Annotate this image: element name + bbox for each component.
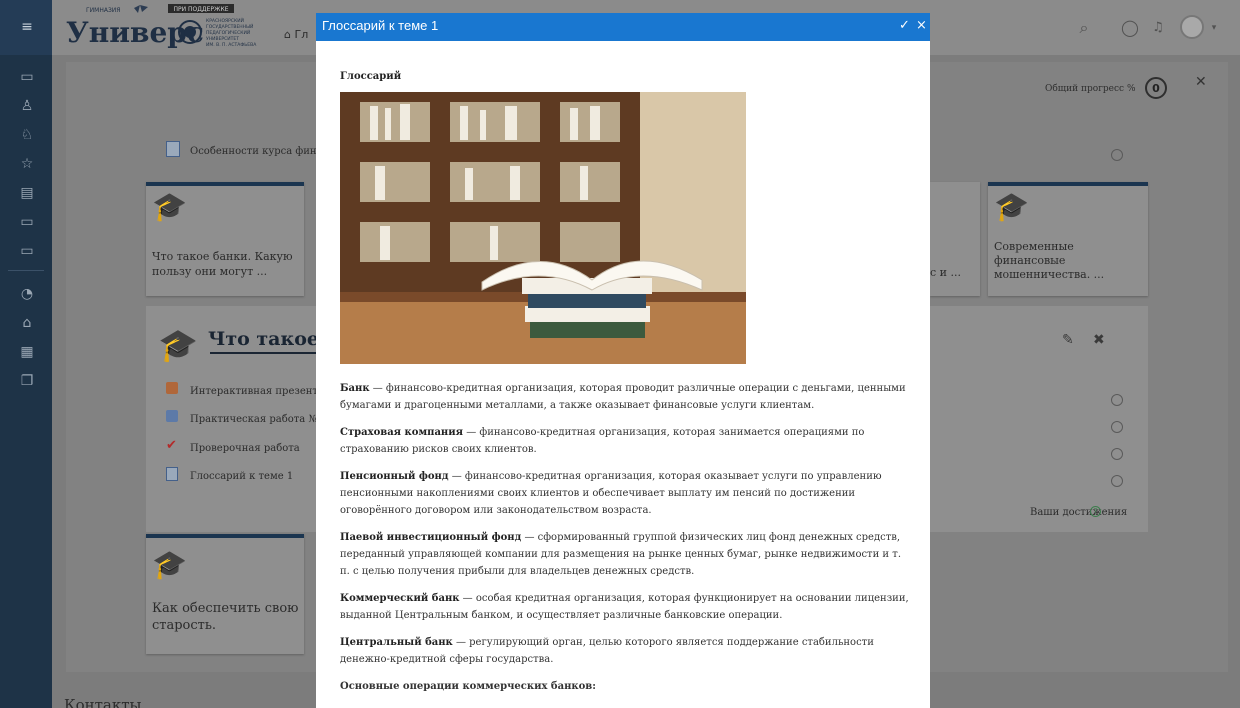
chat-icon[interactable]: ◯ — [1120, 18, 1140, 38]
progress-label: Общий прогресс % — [1045, 84, 1136, 94]
card-title-line: финансовые — [994, 254, 1066, 267]
user-group-icon[interactable]: ♘ — [18, 126, 36, 144]
chevron-down-icon[interactable]: ▾ — [1204, 18, 1224, 38]
book-icon[interactable]: ▤ — [18, 184, 36, 202]
activity-link[interactable]: Интерактивная презентаци — [190, 385, 337, 399]
card-title-line: мошенничества. ... — [994, 268, 1105, 281]
document-icon — [166, 467, 178, 481]
completion-circle[interactable] — [1111, 394, 1123, 406]
logo-sub-line-3: ПЕДАГОГИЧЕСКИЙ — [206, 29, 250, 36]
delete-icon[interactable]: ✖ — [1093, 332, 1105, 348]
term-name: Страховая компания — [340, 427, 464, 438]
graduation-cap-icon: 🎓 — [152, 548, 187, 581]
home-icon-breadcrumb: ⌂ — [284, 28, 291, 41]
completion-circle[interactable] — [1111, 448, 1123, 460]
library-books-image — [340, 92, 746, 364]
files-icon[interactable]: ❐ — [18, 372, 36, 390]
activity-link[interactable]: Проверочная работа — [190, 442, 300, 456]
term-name: Коммерческий банк — [340, 593, 460, 604]
course-card[interactable]: 🎓 Как обеспечить свою старость. — [146, 534, 304, 654]
glossary-term: Паевой инвестиционный фонд — сформирован… — [340, 529, 912, 580]
completion-circle[interactable] — [1111, 149, 1123, 161]
logo-gymnasium-text: ГИМНАЗИЯ — [86, 7, 120, 14]
footer-heading: Контакты — [64, 696, 142, 708]
activity-link[interactable]: Практическая работа №1 — [190, 413, 324, 427]
breadcrumb[interactable]: ⌂ Гл — [284, 28, 308, 41]
page-close-icon[interactable]: ✕ — [1195, 74, 1207, 90]
graduation-cap-icon: 🎓 — [152, 190, 187, 223]
term-name: Банк — [340, 383, 370, 394]
modal-title: Глоссарий к теме 1 — [322, 18, 439, 33]
folder-icon[interactable]: ▭ — [18, 68, 36, 86]
card-title-line: Как обеспечить свою — [152, 601, 299, 616]
term-name: Пенсионный фонд — [340, 471, 449, 482]
modal-close-icon[interactable]: × — [916, 18, 927, 33]
glossary-modal: Глоссарий к теме 1 ✓ × Глоссарий Банк — … — [316, 13, 930, 708]
assignment-icon — [166, 410, 178, 422]
home-icon[interactable]: ⌂ — [18, 314, 36, 332]
avatar[interactable] — [1180, 15, 1204, 39]
logo-main-text: Универс — [66, 16, 204, 49]
logo-sub-line-4: УНИВЕРСИТЕТ — [206, 36, 239, 42]
progress-value-badge: 0 — [1145, 77, 1167, 99]
folder-icon-3[interactable]: ▭ — [18, 242, 36, 260]
calendar-icon[interactable]: ▦ — [18, 343, 36, 361]
term-name: Паевой инвестиционный фонд — [340, 532, 522, 543]
site-logo[interactable]: ПРИ ПОДДЕРЖКЕ ГИМНАЗИЯ Универс КРАСНОЯРС… — [64, 4, 276, 50]
check-circle-icon[interactable]: ✓ — [899, 18, 910, 33]
left-nav-rail: ≡ ▭ ♙ ♘ ☆ ▤ ▭ ▭ ◔ ⌂ ▦ ❐ — [0, 0, 52, 708]
graduation-cap-icon: 🎓 — [158, 326, 198, 364]
glossary-term: Банк — финансово-кредитная организация, … — [340, 380, 912, 414]
graduation-cap-icon: 🎓 — [994, 190, 1029, 223]
card-title-line: Современные — [994, 240, 1074, 253]
course-card-partial[interactable]: с и ... — [930, 182, 980, 296]
course-card[interactable]: 🎓 Современные финансовые мошенничества. … — [988, 182, 1148, 296]
operations-subheading: Основные операции коммерческих банков: — [340, 681, 596, 692]
logo-sub-line-1: КРАСНОЯРСКИЙ — [206, 17, 244, 24]
logo-support-text: ПРИ ПОДДЕРЖКЕ — [173, 6, 228, 13]
term-name: Центральный банк — [340, 637, 453, 648]
presentation-icon — [166, 382, 178, 394]
glossary-term: Пенсионный фонд — финансово-кредитная ор… — [340, 468, 912, 519]
bell-icon[interactable]: ♫ — [1148, 18, 1168, 38]
users-icon[interactable]: ♙ — [18, 97, 36, 115]
rail-divider — [8, 270, 44, 271]
checkmark-icon: ✔ — [166, 438, 177, 453]
glossary-term: Центральный банк — регулирующий орган, ц… — [340, 634, 912, 668]
glossary-term: Коммерческий банк — особая кредитная орг… — [340, 590, 912, 624]
folder-icon-2[interactable]: ▭ — [18, 213, 36, 231]
activity-link[interactable]: Глоссарий к теме 1 — [190, 470, 293, 484]
achievements-label[interactable]: Ваши достижения — [1030, 506, 1127, 520]
help-icon[interactable]: ? — [1090, 506, 1101, 517]
section-panel-right — [930, 306, 1148, 532]
card-title-line: старость. — [152, 618, 217, 633]
term-definition: — финансово-кредитная организация, котор… — [340, 383, 906, 411]
document-icon — [166, 141, 180, 157]
section-title-underline — [210, 352, 316, 354]
glossary-heading: Глоссарий — [340, 71, 402, 82]
card-title-line: пользу они могут ... — [152, 265, 268, 278]
star-icon[interactable]: ☆ — [18, 155, 36, 173]
edit-pencil-icon[interactable]: ✎ — [1062, 332, 1074, 348]
completion-circle[interactable] — [1111, 421, 1123, 433]
search-icon[interactable]: ⌕ — [1074, 18, 1094, 38]
dashboard-icon[interactable]: ◔ — [18, 285, 36, 303]
breadcrumb-text: Гл — [294, 28, 309, 41]
card-title-line: Что такое банки. Какую — [152, 250, 293, 263]
course-card[interactable]: 🎓 Что такое банки. Какую пользу они могу… — [146, 182, 304, 296]
logo-sub-line-5: ИМ. В. П. АСТАФЬЕВА — [206, 42, 257, 48]
card-title-line: с и ... — [930, 266, 961, 279]
course-intro-link[interactable]: Особенности курса финанс — [190, 145, 335, 159]
completion-circle[interactable] — [1111, 475, 1123, 487]
glossary-term: Страховая компания — финансово-кредитная… — [340, 424, 912, 458]
logo-sub-line-2: ГОСУДАРСТВЕННЫЙ — [206, 23, 253, 30]
modal-header: Глоссарий к теме 1 ✓ × — [316, 13, 930, 41]
hamburger-menu-icon[interactable]: ≡ — [18, 18, 36, 36]
